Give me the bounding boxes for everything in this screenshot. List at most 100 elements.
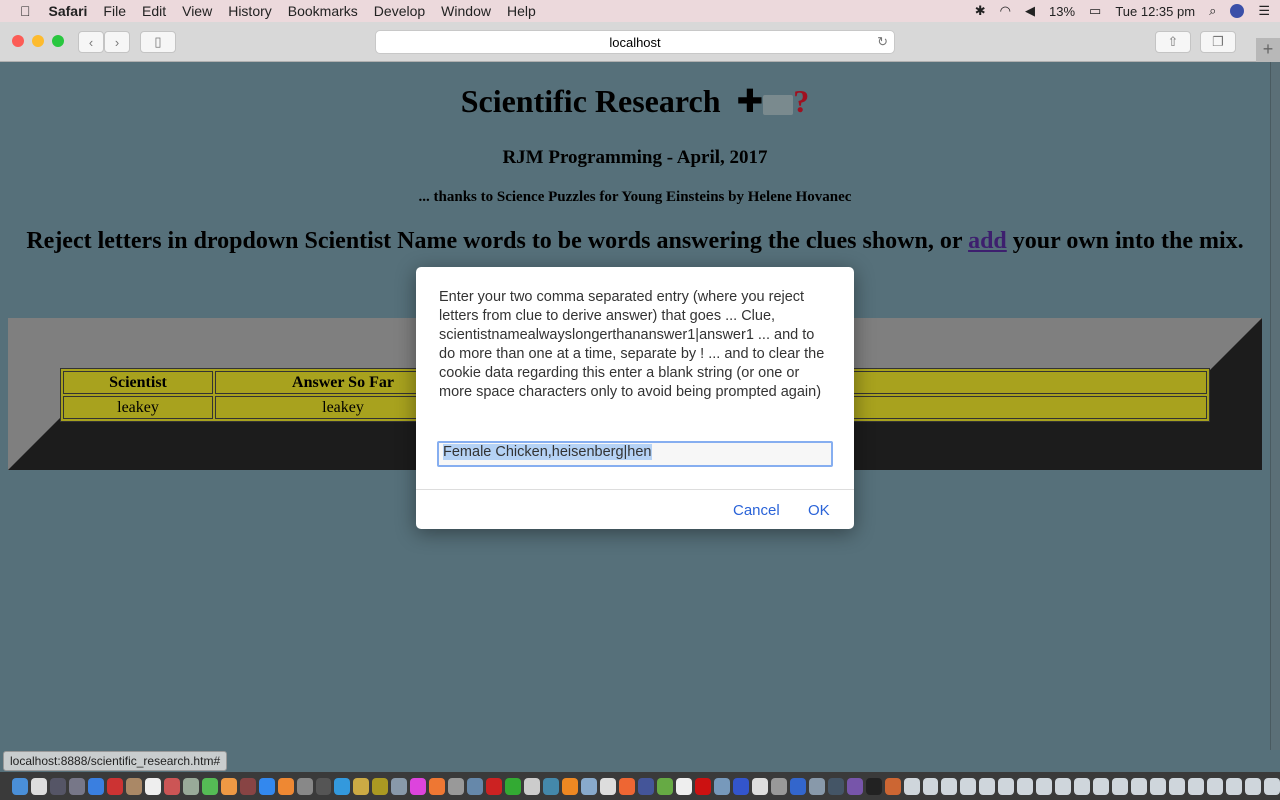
dock-app-icon[interactable] bbox=[694, 777, 711, 795]
menu-view[interactable]: View bbox=[182, 3, 212, 19]
question-icon[interactable]: ? bbox=[793, 83, 809, 119]
dock-app-icon[interactable] bbox=[732, 777, 749, 795]
spotlight-icon[interactable]: ⌕ bbox=[1209, 3, 1216, 19]
dock-window-thumbnail[interactable] bbox=[922, 777, 939, 795]
dock-window-thumbnail[interactable] bbox=[979, 777, 996, 795]
dock-app-icon[interactable] bbox=[505, 777, 522, 795]
menu-develop[interactable]: Develop bbox=[374, 3, 425, 19]
dock-app-icon[interactable] bbox=[201, 777, 218, 795]
dock-app-icon[interactable] bbox=[770, 777, 787, 795]
dock-app-icon[interactable] bbox=[713, 777, 730, 795]
menu-file[interactable]: File bbox=[103, 3, 126, 19]
dock-app-icon[interactable] bbox=[884, 777, 901, 795]
apple-menu-icon[interactable]:  bbox=[20, 3, 31, 19]
dock-window-thumbnail[interactable] bbox=[941, 777, 958, 795]
clock[interactable]: Tue 12:35 pm bbox=[1115, 4, 1195, 19]
address-bar[interactable]: localhost ↻ bbox=[375, 30, 895, 54]
menu-history[interactable]: History bbox=[228, 3, 272, 19]
dock-app-icon[interactable] bbox=[372, 777, 389, 795]
ok-button[interactable]: OK bbox=[808, 502, 830, 519]
dock-app-icon[interactable] bbox=[30, 777, 47, 795]
battery-icon[interactable]: ▭ bbox=[1089, 3, 1101, 19]
volume-icon[interactable]: ◀ bbox=[1025, 3, 1035, 19]
dock-window-thumbnail[interactable] bbox=[1150, 777, 1167, 795]
dock-app-icon[interactable] bbox=[220, 777, 237, 795]
dock-window-thumbnail[interactable] bbox=[1036, 777, 1053, 795]
wifi-icon[interactable]: ◠ bbox=[1000, 3, 1011, 19]
menu-window[interactable]: Window bbox=[441, 3, 491, 19]
dock-app-icon[interactable] bbox=[846, 777, 863, 795]
bluetooth-icon[interactable]: ✱ bbox=[975, 3, 986, 19]
minimize-window-button[interactable] bbox=[32, 35, 44, 47]
dock-app-icon[interactable] bbox=[600, 777, 616, 795]
dock-window-thumbnail[interactable] bbox=[1112, 777, 1129, 795]
dock-window-thumbnail[interactable] bbox=[998, 777, 1015, 795]
add-link[interactable]: add bbox=[968, 228, 1007, 254]
dock-app-icon[interactable] bbox=[258, 777, 275, 795]
dock-app-icon[interactable] bbox=[524, 777, 541, 795]
dock-app-icon[interactable] bbox=[12, 777, 28, 795]
tabs-button[interactable]: ❐ bbox=[1200, 31, 1236, 53]
dock-app-icon[interactable] bbox=[239, 777, 256, 795]
dock-app-icon[interactable] bbox=[334, 777, 351, 795]
dock-window-thumbnail[interactable] bbox=[1188, 777, 1205, 795]
cancel-button[interactable]: Cancel bbox=[733, 502, 780, 519]
zoom-window-button[interactable] bbox=[52, 35, 64, 47]
scrollbar[interactable] bbox=[1270, 62, 1280, 750]
dock-app-icon[interactable] bbox=[675, 777, 692, 795]
dock-app-icon[interactable] bbox=[808, 777, 825, 795]
dock-app-icon[interactable] bbox=[182, 777, 199, 795]
dock-app-icon[interactable] bbox=[125, 777, 142, 795]
dock-app-icon[interactable] bbox=[429, 777, 446, 795]
dock-app-icon[interactable] bbox=[87, 777, 104, 795]
dock-app-icon[interactable] bbox=[106, 777, 123, 795]
menu-app[interactable]: Safari bbox=[49, 3, 88, 19]
dock-app-icon[interactable] bbox=[789, 777, 806, 795]
dock-app-icon[interactable] bbox=[410, 777, 427, 795]
share-button[interactable]: ⇧ bbox=[1155, 31, 1191, 53]
dock-app-icon[interactable] bbox=[467, 777, 484, 795]
menu-help[interactable]: Help bbox=[507, 3, 536, 19]
dock-window-thumbnail[interactable] bbox=[1244, 777, 1261, 795]
sidebar-button[interactable]: ▯ bbox=[140, 31, 176, 53]
dock-app-icon[interactable] bbox=[296, 777, 313, 795]
dock-app-icon[interactable] bbox=[562, 777, 579, 795]
dock-window-thumbnail[interactable] bbox=[1131, 777, 1148, 795]
dock-window-thumbnail[interactable] bbox=[1017, 777, 1034, 795]
notification-center-icon[interactable]: ☰ bbox=[1258, 3, 1270, 19]
dock-app-icon[interactable] bbox=[315, 777, 332, 795]
dock-app-icon[interactable] bbox=[391, 777, 408, 795]
dock-app-icon[interactable] bbox=[581, 777, 598, 795]
dock-window-thumbnail[interactable] bbox=[1074, 777, 1091, 795]
menu-edit[interactable]: Edit bbox=[142, 3, 166, 19]
plus-icon[interactable]: ✚ bbox=[736, 82, 763, 120]
dock-app-icon[interactable] bbox=[144, 777, 161, 795]
dock-app-icon[interactable] bbox=[353, 777, 370, 795]
dock-app-icon[interactable] bbox=[486, 777, 503, 795]
dock-app-icon[interactable] bbox=[637, 777, 654, 795]
siri-icon[interactable] bbox=[1230, 4, 1245, 18]
dock-app-icon[interactable] bbox=[865, 777, 882, 795]
dock-window-thumbnail[interactable] bbox=[1055, 777, 1072, 795]
dock-app-icon[interactable] bbox=[751, 777, 768, 795]
dock-app-icon[interactable] bbox=[277, 777, 294, 795]
email-icon[interactable] bbox=[763, 94, 794, 115]
battery-percent[interactable]: 13% bbox=[1049, 4, 1075, 19]
dock-app-icon[interactable] bbox=[656, 777, 673, 795]
new-tab-button[interactable]: + bbox=[1256, 38, 1280, 62]
dock-window-thumbnail[interactable] bbox=[1093, 777, 1110, 795]
dock-window-thumbnail[interactable] bbox=[1226, 777, 1242, 795]
dock-window-thumbnail[interactable] bbox=[1207, 777, 1223, 795]
reload-icon[interactable]: ↻ bbox=[877, 34, 888, 50]
dock-window-thumbnail[interactable] bbox=[903, 777, 920, 795]
dock-app-icon[interactable] bbox=[827, 777, 844, 795]
prompt-input[interactable]: Female Chicken,heisenberg|hen bbox=[437, 441, 833, 467]
close-window-button[interactable] bbox=[12, 35, 24, 47]
dock-window-thumbnail[interactable] bbox=[1169, 777, 1186, 795]
menu-bookmarks[interactable]: Bookmarks bbox=[288, 3, 358, 19]
dock-app-icon[interactable] bbox=[448, 777, 465, 795]
dock-app-icon[interactable] bbox=[68, 777, 85, 795]
dock-app-icon[interactable] bbox=[619, 777, 635, 795]
dock-window-thumbnail[interactable] bbox=[1263, 777, 1280, 795]
dock-app-icon[interactable] bbox=[543, 777, 560, 795]
